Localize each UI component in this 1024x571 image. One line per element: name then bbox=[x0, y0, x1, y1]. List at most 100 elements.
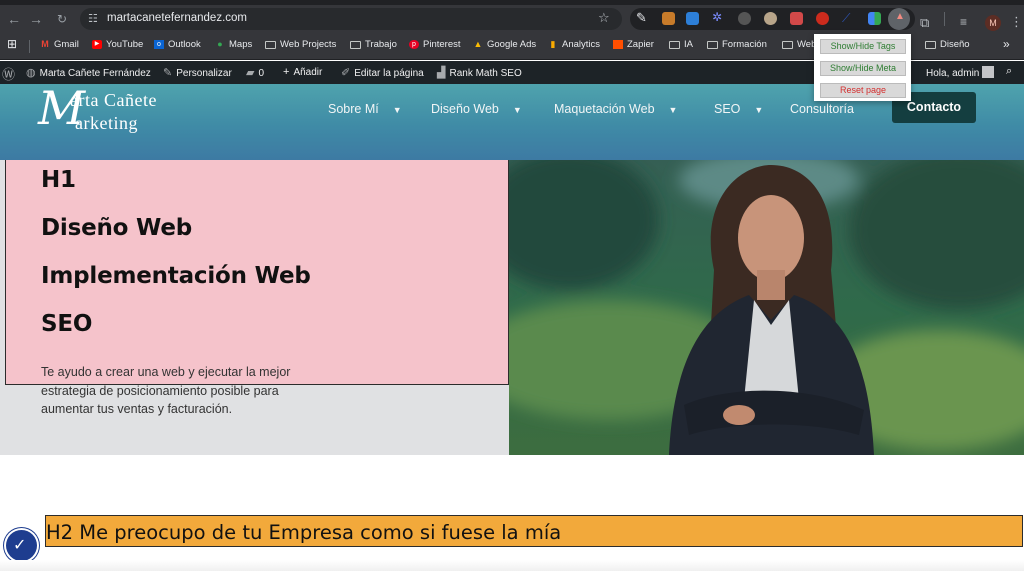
extensions-bar: ✎ ✲ ⟋ ▲ bbox=[630, 8, 915, 30]
extension-icon[interactable] bbox=[662, 12, 675, 25]
tags-extension-icon: ▲ bbox=[895, 11, 905, 22]
caret-down-icon: ▼ bbox=[512, 105, 522, 115]
next-section-edge bbox=[0, 560, 1024, 571]
outlook-icon: o bbox=[154, 40, 164, 49]
admin-edit-page-link[interactable]: ✐ Editar la página bbox=[341, 66, 424, 79]
bookmark-outlook[interactable]: o Outlook bbox=[154, 39, 201, 50]
maps-pin-icon: ● bbox=[217, 39, 223, 49]
portrait-image bbox=[509, 160, 1024, 455]
site-info-icon[interactable]: ☷ bbox=[88, 12, 98, 25]
profile-avatar[interactable]: M bbox=[985, 15, 1001, 31]
nav-consultoria[interactable]: Consultoría bbox=[790, 102, 854, 116]
admin-account-link[interactable]: Hola, admin bbox=[926, 66, 995, 79]
extensions-puzzle-icon[interactable]: ⧉ bbox=[920, 15, 929, 31]
youtube-icon: ▶ bbox=[92, 40, 102, 49]
google-extension-icon[interactable] bbox=[868, 12, 881, 25]
hero-line-seo: SEO bbox=[41, 311, 93, 337]
show-hide-tags-button[interactable]: Show/Hide Tags bbox=[820, 39, 906, 54]
semrush-icon[interactable] bbox=[816, 12, 829, 25]
reset-page-button[interactable]: Reset page bbox=[820, 83, 906, 98]
admin-comments-link[interactable]: ▰ 0 bbox=[246, 66, 264, 79]
bookmark-trabajo[interactable]: Trabajo bbox=[350, 39, 397, 50]
bookmark-web[interactable]: Web bbox=[782, 39, 816, 50]
accessibility-button[interactable]: ✓ bbox=[6, 530, 37, 561]
search-icon[interactable]: ⌕ bbox=[1006, 65, 1012, 78]
bookmark-diseno[interactable]: Diseño bbox=[925, 39, 970, 50]
reload-icon[interactable]: ↻ bbox=[52, 12, 72, 26]
nav-diseno-web[interactable]: Diseño Web ▼ bbox=[431, 102, 522, 116]
caret-down-icon: ▼ bbox=[754, 105, 764, 115]
admin-rankmath-link[interactable]: ▟ Rank Math SEO bbox=[437, 66, 522, 79]
wordpress-icon[interactable]: Ⓦ bbox=[2, 64, 15, 83]
bookmark-divider bbox=[29, 40, 30, 53]
eyedropper-icon[interactable]: ✎ bbox=[636, 10, 647, 26]
hero-line-implementacion-web: Implementación Web bbox=[41, 263, 311, 289]
site-logo[interactable]: M arta Cañete arketing bbox=[0, 84, 200, 144]
brush-icon: ✎ bbox=[163, 67, 173, 79]
back-icon[interactable]: ← bbox=[4, 11, 24, 27]
hero-line-diseno-web: Diseño Web bbox=[41, 215, 193, 241]
browser-menu-icon[interactable]: ⋮ bbox=[1010, 14, 1023, 30]
folder-icon bbox=[782, 40, 793, 49]
hero-h1-tag: H1 bbox=[41, 167, 76, 193]
accessibility-icon: ✓ bbox=[13, 537, 27, 554]
wand-icon[interactable]: ⟋ bbox=[842, 11, 850, 26]
bookmark-pinterest[interactable]: p Pinterest bbox=[409, 39, 461, 50]
bookmark-ia[interactable]: IA bbox=[669, 39, 693, 50]
bookmark-gmail[interactable]: M Gmail bbox=[40, 39, 79, 50]
extension-icon[interactable] bbox=[738, 12, 751, 25]
zapier-icon bbox=[613, 40, 623, 49]
comment-icon: ▰ bbox=[246, 67, 255, 79]
pencil-icon: ✐ bbox=[341, 67, 351, 79]
bookmark-zapier[interactable]: Zapier bbox=[613, 39, 654, 50]
dashboard-icon: ◍ bbox=[26, 67, 36, 79]
rankmath-icon: ▟ bbox=[437, 67, 446, 79]
apps-grid-icon[interactable]: ⊞ bbox=[7, 37, 17, 51]
h2-highlight-bar: H2 Me preocupo de tu Empresa como si fue… bbox=[45, 515, 1023, 547]
logo-line-2: arketing bbox=[75, 113, 138, 133]
address-bar[interactable]: ☷ martacanetefernandez.com ☆ bbox=[80, 8, 622, 30]
extension-icon[interactable] bbox=[764, 12, 777, 25]
toolbar-divider bbox=[944, 12, 945, 26]
pinterest-icon: p bbox=[409, 40, 419, 49]
extension-icon[interactable] bbox=[790, 12, 803, 25]
gmail-icon: M bbox=[41, 39, 49, 49]
bookmark-web-projects[interactable]: Web Projects bbox=[265, 39, 336, 50]
folder-icon bbox=[707, 40, 718, 49]
folder-icon bbox=[265, 40, 276, 49]
extension-icon[interactable] bbox=[686, 12, 699, 25]
browser-toolbar: ← → ↻ ☷ martacanetefernandez.com ☆ ✎ ✲ ⟋… bbox=[0, 5, 1024, 33]
logo-line-1: arta Cañete bbox=[70, 90, 157, 110]
google-ads-icon: ▲ bbox=[473, 39, 483, 49]
folder-icon bbox=[669, 40, 680, 49]
folder-icon bbox=[925, 40, 936, 49]
nav-sobre-mi[interactable]: Sobre Mí ▼ bbox=[328, 102, 402, 116]
admin-site-link[interactable]: ◍ Marta Cañete Fernández bbox=[26, 66, 151, 79]
caret-down-icon: ▼ bbox=[668, 105, 678, 115]
bookmark-youtube[interactable]: ▶ YouTube bbox=[92, 39, 143, 50]
section-heading-h2: H2 Me preocupo de tu Empresa como si fue… bbox=[46, 521, 562, 544]
bookmark-maps[interactable]: ● Maps bbox=[215, 39, 252, 50]
admin-avatar bbox=[982, 66, 995, 78]
media-control-icon[interactable]: ≡ bbox=[960, 15, 967, 29]
caret-down-icon: ▼ bbox=[392, 105, 402, 115]
plus-icon: + bbox=[283, 66, 290, 78]
admin-customize-link[interactable]: ✎ Personalizar bbox=[163, 66, 232, 79]
analytics-icon: ▮ bbox=[550, 39, 556, 49]
gear-extension-icon[interactable]: ✲ bbox=[712, 10, 722, 24]
hero-description: Te ayudo a crear una web y ejecutar la m… bbox=[41, 365, 291, 416]
tags-extension-button[interactable]: ▲ bbox=[888, 8, 910, 30]
forward-icon[interactable]: → bbox=[26, 11, 46, 27]
more-bookmarks-icon[interactable]: » bbox=[1003, 37, 1010, 51]
nav-maquetacion-web[interactable]: Maquetación Web ▼ bbox=[554, 102, 677, 116]
bookmark-formacion[interactable]: Formación bbox=[707, 39, 767, 50]
url-text[interactable]: martacanetefernandez.com bbox=[107, 12, 247, 24]
admin-add-link[interactable]: + Añadir bbox=[283, 66, 322, 78]
show-hide-meta-button[interactable]: Show/Hide Meta bbox=[820, 61, 906, 76]
bookmark-google-ads[interactable]: ▲ Google Ads bbox=[473, 39, 537, 50]
hero-photo bbox=[509, 160, 1024, 455]
extension-popup: Show/Hide Tags Show/Hide Meta Reset page bbox=[814, 34, 911, 101]
nav-seo[interactable]: SEO ▼ bbox=[714, 102, 763, 116]
bookmark-star-icon[interactable]: ☆ bbox=[598, 10, 610, 26]
bookmark-analytics[interactable]: ▮ Analytics bbox=[548, 39, 601, 50]
